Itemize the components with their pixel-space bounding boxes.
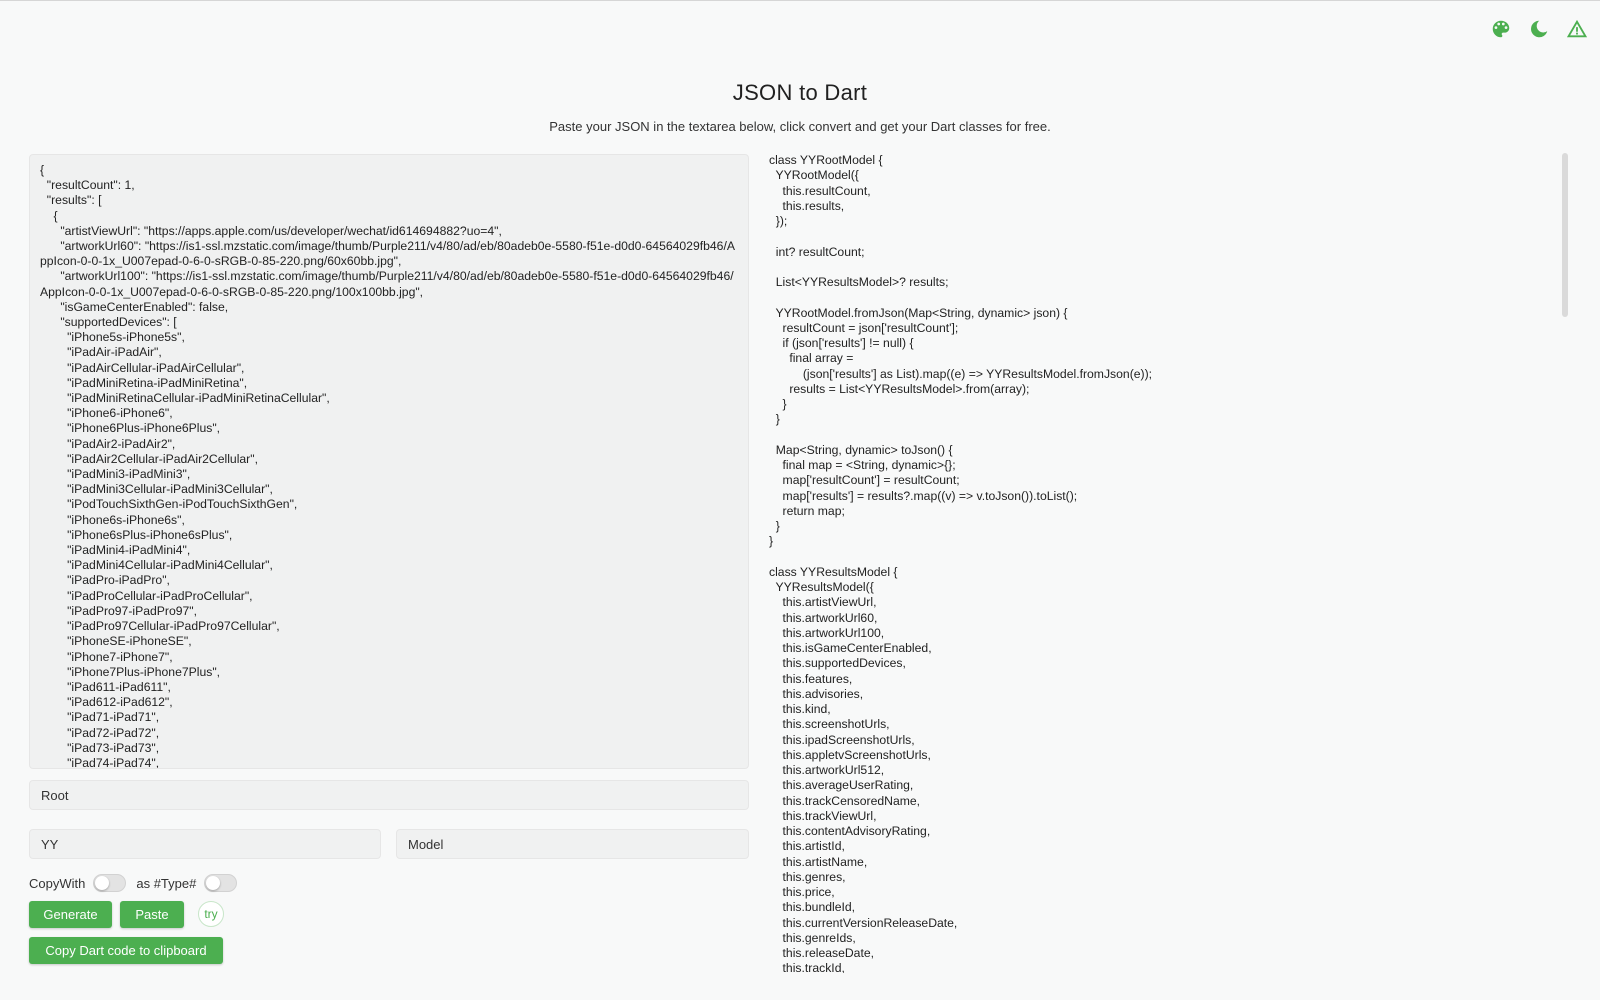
class-prefix-input[interactable]: YY	[29, 829, 381, 859]
page-title: JSON to Dart	[732, 80, 868, 105]
json-input-content: { "resultCount": 1, "results": [ { "arti…	[40, 163, 735, 769]
copywith-toggle[interactable]	[93, 874, 127, 892]
page-subtitle: Paste your JSON in the textarea below, c…	[549, 119, 1051, 134]
class-suffix-input[interactable]: Model	[396, 829, 749, 859]
dart-output-panel[interactable]: class YYRootModel { YYRootModel({ this.r…	[769, 153, 1565, 973]
top-toolbar	[1488, 16, 1590, 42]
paste-button[interactable]: Paste	[120, 901, 184, 928]
output-scrollbar[interactable]	[1562, 153, 1568, 317]
copywith-label: CopyWith	[29, 875, 86, 891]
root-class-name-input[interactable]: Root	[29, 780, 749, 810]
dart-output-code: class YYRootModel { YYRootModel({ this.r…	[769, 153, 1153, 973]
root-class-name-value: Root	[41, 787, 69, 803]
copy-dart-code-button[interactable]: Copy Dart code to clipboard	[29, 937, 223, 964]
generate-button[interactable]: Generate	[29, 901, 112, 928]
json-input-textarea[interactable]: { "resultCount": 1, "results": [ { "arti…	[29, 154, 749, 769]
warning-icon[interactable]	[1564, 16, 1590, 42]
class-suffix-value: Model	[408, 836, 444, 852]
type-toggle[interactable]	[204, 874, 238, 892]
options-row: CopyWith as #Type#	[29, 874, 247, 892]
try-button[interactable]: try	[198, 901, 224, 927]
type-label: as #Type#	[136, 875, 197, 891]
class-prefix-value: YY	[41, 836, 59, 852]
moon-icon[interactable]	[1526, 16, 1552, 42]
palette-icon[interactable]	[1488, 16, 1514, 42]
